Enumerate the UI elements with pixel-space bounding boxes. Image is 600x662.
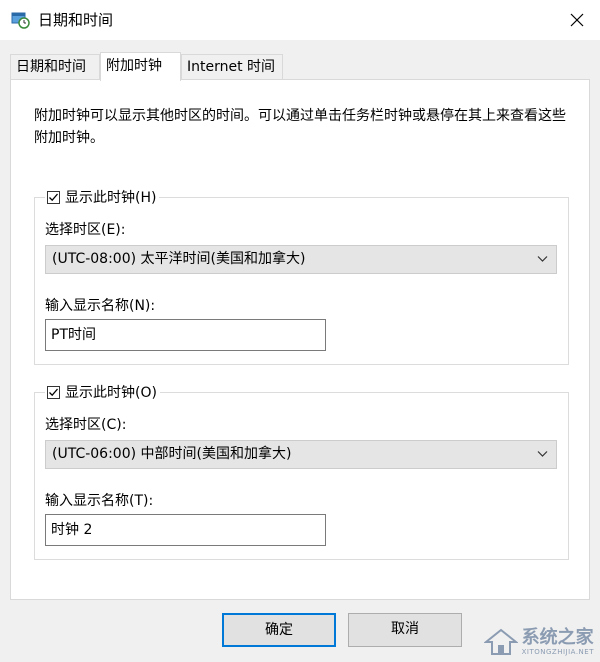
clock1-name-label: 输入显示名称(N): [45,298,156,314]
clock2-checkbox-row[interactable]: 显示此时钟(O) [45,382,160,402]
tab-additional-clocks[interactable]: 附加时钟 [100,52,181,81]
chevron-down-icon [537,451,548,457]
clock2-timezone-select[interactable]: (UTC-06:00) 中部时间(美国和加拿大) [45,440,557,469]
ok-button[interactable]: 确定 [222,613,336,647]
clock1-timezone-select[interactable]: (UTC-08:00) 太平洋时间(美国和加拿大) [45,245,557,274]
close-icon [570,13,584,27]
clock1-checkbox-row[interactable]: 显示此时钟(H) [45,187,160,207]
clock1-timezone-value: (UTC-08:00) 太平洋时间(美国和加拿大) [52,251,306,267]
chevron-down-icon [537,256,548,262]
clock-app-icon [11,12,30,29]
clock2-checkbox-label: 显示此时钟(O) [65,385,157,401]
clock1-checkbox-label: 显示此时钟(H) [65,190,157,206]
watermark: 系统之家 XITONGZHIJIA.NET [483,627,594,656]
clock2-timezone-value: (UTC-06:00) 中部时间(美国和加拿大) [52,446,292,462]
cancel-button[interactable]: 取消 [348,613,462,647]
description-text: 附加时钟可以显示其他时区的时间。可以通过单击任务栏时钟或悬停在其上来查看这些附加… [34,108,566,146]
tab-date-time[interactable]: 日期和时间 [10,54,100,80]
clock2-name-input[interactable]: 时钟 2 [45,514,326,546]
clock1-group: 显示此时钟(H) 选择时区(E): (UTC-08:00) 太平洋时间(美国和加… [34,187,569,365]
watermark-logo-icon [483,628,518,655]
clock1-timezone-label: 选择时区(E): [45,222,126,238]
clock1-checkbox[interactable] [47,190,60,204]
window-title: 日期和时间 [38,11,114,29]
clock2-group: 显示此时钟(O) 选择时区(C): (UTC-06:00) 中部时间(美国和加拿… [34,382,569,560]
clock2-timezone-label: 选择时区(C): [45,417,127,433]
checkmark-icon [49,193,58,201]
watermark-text: 系统之家 [521,627,594,648]
tab-internet-time[interactable]: Internet 时间 [181,54,283,80]
clock2-checkbox[interactable] [47,385,60,399]
checkmark-icon [49,388,58,396]
close-button[interactable] [554,0,600,40]
watermark-subtext: XITONGZHIJIA.NET [521,648,594,656]
title-bar: 日期和时间 [0,0,600,40]
clock1-name-input[interactable]: PT时间 [45,319,326,351]
clock2-name-label: 输入显示名称(T): [45,493,154,509]
